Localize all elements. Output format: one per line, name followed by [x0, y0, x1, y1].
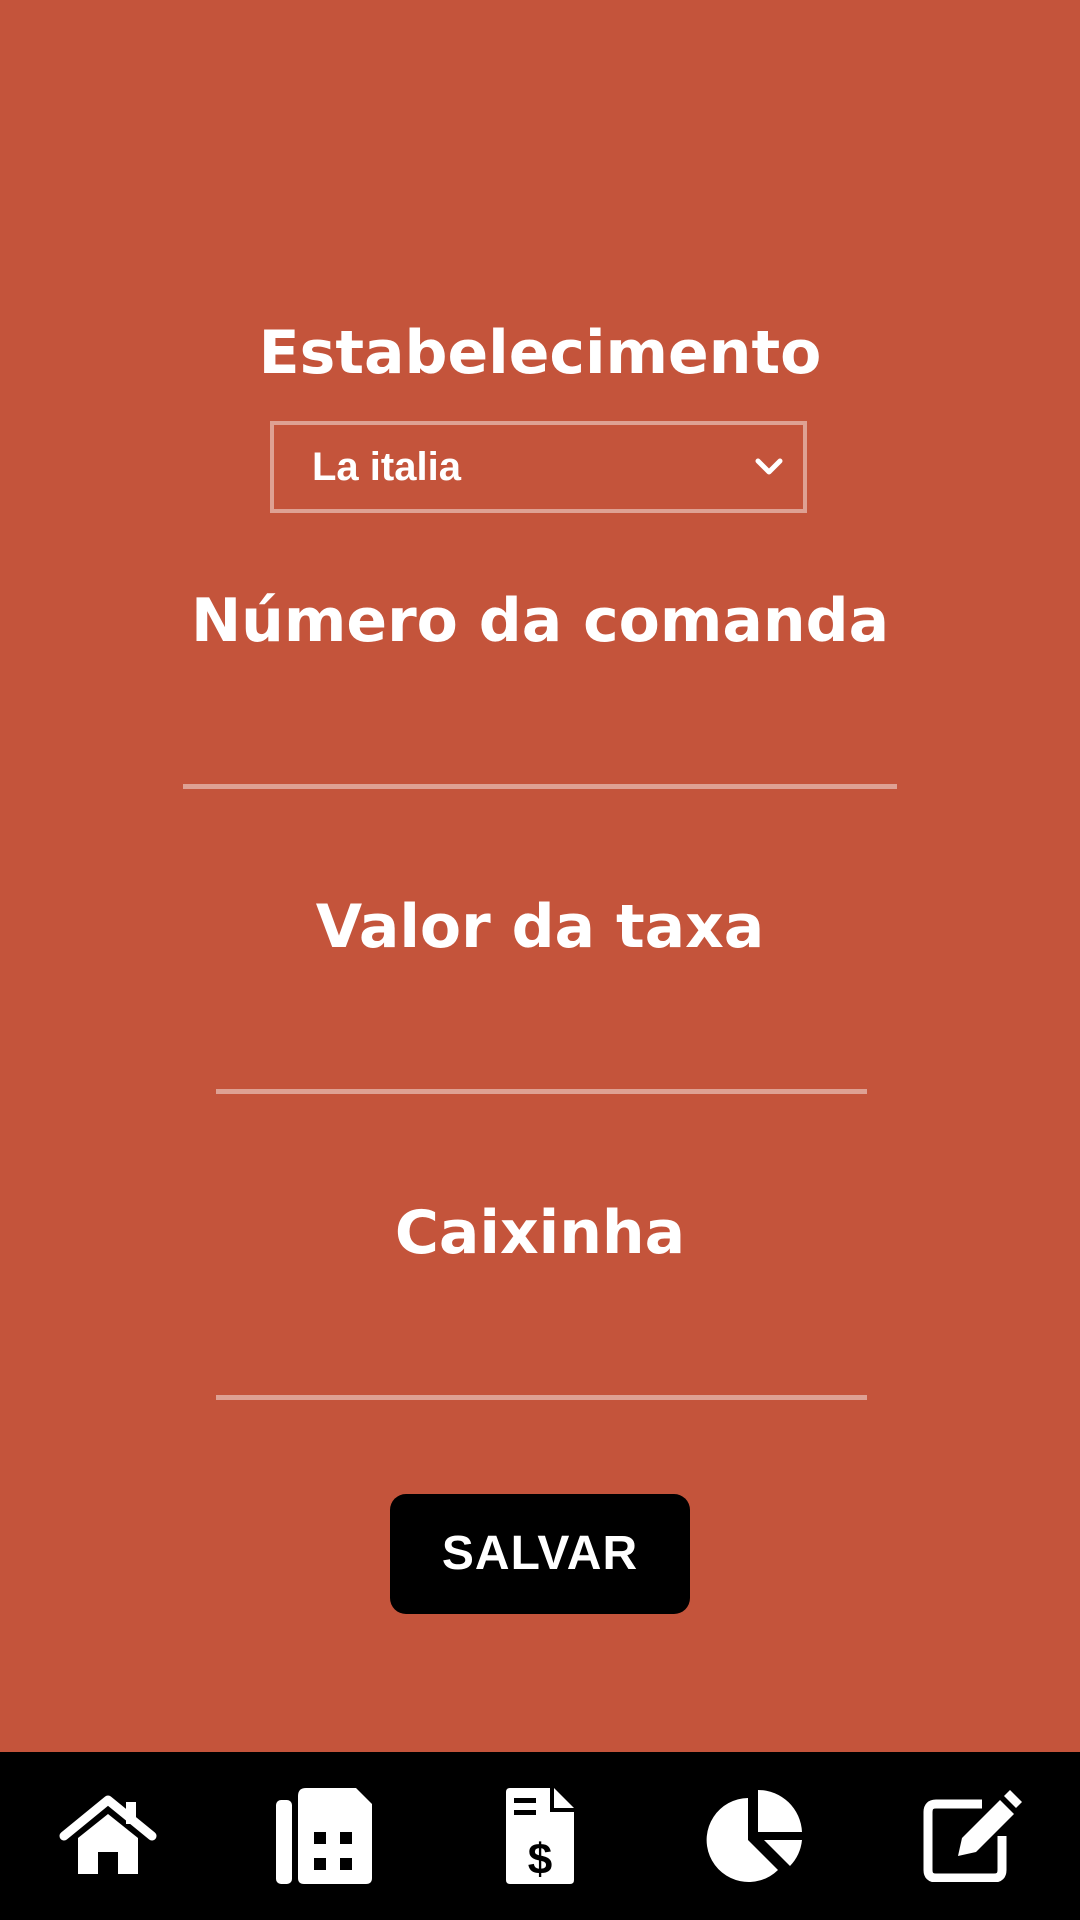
home-icon [59, 1795, 157, 1874]
edit-icon [923, 1790, 1022, 1882]
save-button[interactable]: SALVAR [390, 1494, 690, 1614]
tip-input[interactable] [216, 1349, 867, 1400]
fee-label: Valor da taxa [315, 892, 765, 962]
svg-text:$: $ [528, 1835, 552, 1884]
chevron-down-icon [755, 458, 783, 475]
order-number-input[interactable] [183, 738, 897, 789]
establishment-label: Estabelecimento [258, 318, 822, 388]
nav-reports[interactable] [648, 1752, 864, 1920]
nav-calculator[interactable] [216, 1752, 432, 1920]
tip-label: Caixinha [394, 1198, 686, 1268]
bottom-nav: $ [0, 1752, 1080, 1920]
fee-input[interactable] [216, 1043, 867, 1094]
establishment-select[interactable]: La italia [270, 421, 807, 513]
nav-home[interactable] [0, 1752, 216, 1920]
calculator-icon [276, 1788, 372, 1884]
screen: Estabelecimento La italia Número da coma… [0, 0, 1080, 1920]
invoice-dollar-icon: $ [506, 1788, 574, 1884]
nav-edit[interactable] [864, 1752, 1080, 1920]
establishment-select-value: La italia [312, 445, 461, 489]
pie-chart-icon [706, 1790, 802, 1882]
nav-invoice[interactable]: $ [432, 1752, 648, 1920]
order-number-label: Número da comanda [190, 586, 890, 656]
